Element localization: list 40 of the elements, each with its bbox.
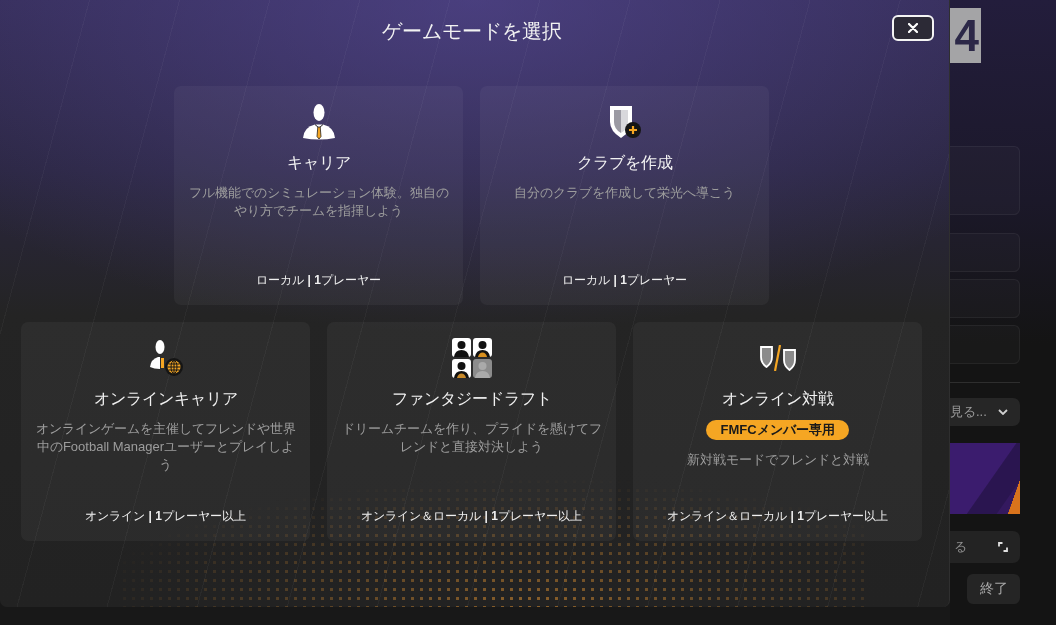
dialog-title: ゲームモードを選択 (381, 19, 562, 44)
mode-footer: オンライン＆ローカル | 1プレーヤー以上 (667, 508, 888, 524)
mode-title: ファンタジードラフト (391, 389, 552, 409)
shields-versus-icon (759, 345, 796, 371)
mode-description: フル機能でのシミュレーション体験。独自のやり方でチームを指揮しよう (188, 184, 449, 220)
promo-banner (950, 443, 1020, 514)
mode-footer: オンライン＆ローカル | 1プレーヤー以上 (361, 508, 582, 524)
mode-card[interactable]: クラブを作成 自分のクラブを作成して栄光へ導こう ローカル | 1プレーヤー (480, 86, 769, 305)
quit-button[interactable]: 終了 (967, 574, 1020, 604)
person-globe-icon (148, 340, 183, 376)
mode-card[interactable]: キャリア フル機能でのシミュレーション体験。独自のやり方でチームを指揮しよう ローカル | 1プレーヤー (174, 86, 463, 305)
mode-title: オンラインキャリア (93, 389, 238, 409)
close-icon (908, 23, 918, 33)
chevron-down-icon (998, 409, 1008, 415)
mode-footer: ローカル | 1プレーヤー (562, 272, 687, 288)
member-badge: FMFCメンバー専用 (706, 420, 849, 440)
mode-card[interactable]: ファンタジードラフト ドリームチームを作り、プライドを懸けてフレンドと直接対決しよう オンライン＆ローカル | 1プレーヤー以上 (327, 322, 616, 541)
mode-title: クラブを作成 (576, 153, 673, 173)
mode-title: オンライン対戦 (721, 389, 834, 409)
menu-panel (950, 279, 1020, 318)
shield-plus-icon (608, 105, 641, 139)
mode-card[interactable]: オンライン対戦 FMFCメンバー専用 新対戦モードでフレンドと対戦 オンライン＆ローカル | 1プレーヤー以上 (633, 322, 922, 541)
mode-footer: ローカル | 1プレーヤー (256, 272, 381, 288)
expand-icon (998, 542, 1008, 552)
mode-description: ドリームチームを作り、プライドを懸けてフレンドと直接対決しよう (341, 420, 602, 456)
mode-description: オンラインゲームを主催してフレンドや世界中のFootball Managerユーザーとプレイしよう (35, 420, 296, 474)
mode-title: キャリア (286, 153, 351, 173)
mode-description: 自分のクラブを作成して栄光へ導こう (514, 184, 735, 202)
menu-panel (950, 146, 1020, 215)
menu-panel (950, 325, 1020, 364)
menu-panel (950, 233, 1020, 272)
mode-footer: オンライン | 1プレーヤー以上 (85, 508, 246, 524)
person-tie-icon (302, 104, 335, 140)
close-button[interactable] (892, 15, 934, 41)
portrait-grid-icon (451, 338, 492, 378)
mode-description: 新対戦モードでフレンドと対戦 (686, 451, 869, 469)
more-dropdown[interactable]: 見る... (950, 398, 1020, 426)
fullscreen-button[interactable]: る (950, 531, 1020, 563)
game-logo: 4 (950, 8, 981, 63)
mode-card[interactable]: オンラインキャリア オンラインゲームを主催してフレンドや世界中のFootball Managerユーザーとプレイしよう オンライン | 1プレーヤー以上 (21, 322, 310, 541)
